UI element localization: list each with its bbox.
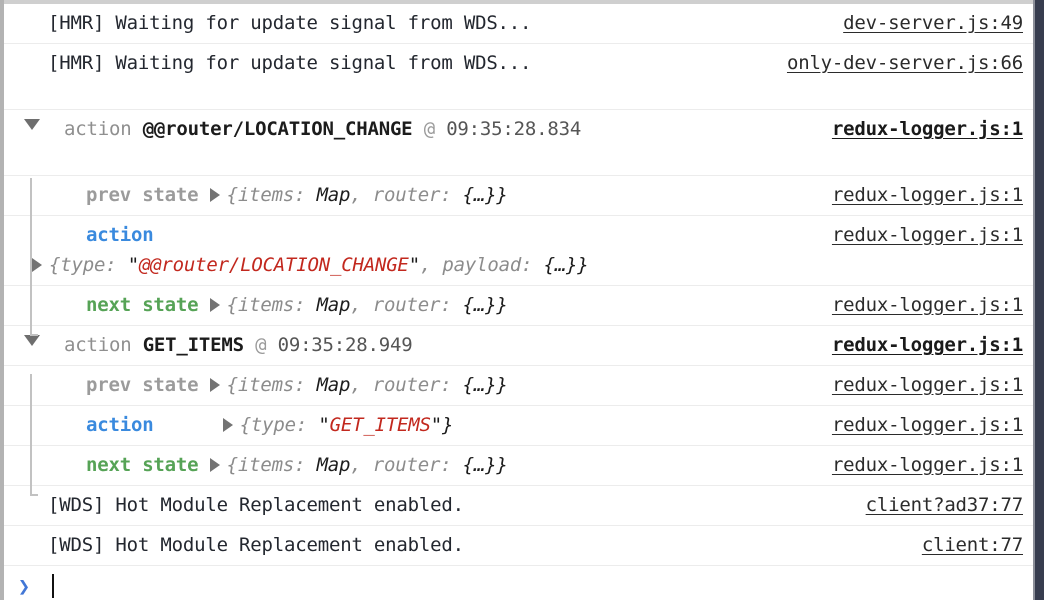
console-message-text: [HMR] Waiting for update signal from WDS…: [48, 12, 532, 34]
group-timestamp: 09:35:28.949: [277, 334, 413, 356]
expand-triangle-icon[interactable]: [209, 188, 220, 202]
console-message-text: [WDS] Hot Module Replacement enabled.: [48, 494, 464, 516]
state-object-preview: {items: Map, router: {…}}: [226, 454, 508, 476]
state-object-preview: {items: Map, router: {…}}: [226, 184, 508, 206]
group-action-type: @@router/LOCATION_CHANGE: [142, 118, 413, 140]
source-link[interactable]: client?ad37:77: [866, 490, 1024, 520]
console-row-next-state[interactable]: next state {items: Map, router: {…}} red…: [4, 446, 1033, 486]
action-object-preview: {type: "GET_ITEMS"}: [239, 414, 454, 436]
expand-triangle-icon[interactable]: [209, 458, 220, 472]
group-at-symbol: @: [423, 118, 435, 140]
prompt-chevron-icon: ❯: [18, 574, 31, 598]
console-top-divider: [4, 0, 1033, 4]
panel-left-edge: [0, 0, 4, 600]
source-link[interactable]: redux-logger.js:1: [832, 450, 1023, 480]
prev-state-label: prev state: [86, 184, 199, 206]
expand-triangle-icon[interactable]: [209, 378, 220, 392]
console-message-list: [HMR] Waiting for update signal from WDS…: [4, 4, 1033, 600]
source-link[interactable]: redux-logger.js:1: [832, 114, 1023, 144]
console-prompt-row[interactable]: ❯: [4, 566, 1033, 600]
devtools-console-panel: [HMR] Waiting for update signal from WDS…: [0, 0, 1044, 600]
console-row-action[interactable]: action {type: "@@router/LOCATION_CHANGE"…: [4, 216, 1033, 286]
console-row-log[interactable]: [WDS] Hot Module Replacement enabled. cl…: [4, 526, 1033, 566]
console-row-group-header[interactable]: action @@router/LOCATION_CHANGE @ 09:35:…: [4, 110, 1033, 176]
source-link[interactable]: redux-logger.js:1: [832, 290, 1023, 320]
prev-state-label: prev state: [86, 374, 199, 396]
next-state-label: next state: [86, 454, 199, 476]
source-link[interactable]: redux-logger.js:1: [832, 410, 1023, 440]
source-link[interactable]: client:77: [922, 530, 1023, 560]
group-at-symbol: @: [255, 334, 267, 356]
text-caret: [52, 574, 54, 598]
console-message-text: [HMR] Waiting for update signal from WDS…: [48, 52, 532, 74]
action-object-preview: {type: "@@router/LOCATION_CHANGE", paylo…: [49, 254, 589, 276]
source-link[interactable]: dev-server.js:49: [843, 8, 1023, 38]
console-row-next-state[interactable]: next state {items: Map, router: {…}} red…: [4, 286, 1033, 326]
expand-triangle-icon[interactable]: [222, 418, 233, 432]
source-link[interactable]: redux-logger.js:1: [832, 330, 1023, 360]
state-object-preview: {items: Map, router: {…}}: [226, 294, 508, 316]
group-indent-line: [30, 178, 38, 336]
group-indent-line: [30, 374, 38, 496]
state-object-preview: {items: Map, router: {…}}: [226, 374, 508, 396]
adjacent-panel-strip: [1035, 0, 1044, 600]
group-action-label: action: [64, 118, 132, 140]
console-row-action[interactable]: action {type: "GET_ITEMS"} redux-logger.…: [4, 406, 1033, 446]
expand-triangle-icon[interactable]: [32, 258, 42, 272]
console-row-prev-state[interactable]: prev state {items: Map, router: {…}} red…: [4, 176, 1033, 216]
console-row-prev-state[interactable]: prev state {items: Map, router: {…}} red…: [4, 366, 1033, 406]
console-row-log[interactable]: [HMR] Waiting for update signal from WDS…: [4, 4, 1033, 44]
action-type-string: GET_ITEMS: [329, 414, 431, 436]
source-link[interactable]: redux-logger.js:1: [832, 370, 1023, 400]
action-label: action: [86, 224, 154, 246]
console-row-group-header[interactable]: action GET_ITEMS @ 09:35:28.949 redux-lo…: [4, 326, 1033, 366]
console-row-log[interactable]: [HMR] Waiting for update signal from WDS…: [4, 44, 1033, 110]
group-action-type: GET_ITEMS: [142, 334, 244, 356]
console-message-text: [WDS] Hot Module Replacement enabled.: [48, 534, 464, 556]
next-state-label: next state: [86, 294, 199, 316]
source-link[interactable]: redux-logger.js:1: [832, 220, 1023, 250]
action-type-string: @@router/LOCATION_CHANGE: [138, 254, 409, 276]
console-row-log[interactable]: [WDS] Hot Module Replacement enabled. cl…: [4, 486, 1033, 526]
expand-triangle-icon[interactable]: [209, 298, 220, 312]
group-action-label: action: [64, 334, 132, 356]
action-label: action: [86, 414, 154, 436]
source-link[interactable]: only-dev-server.js:66: [787, 48, 1023, 78]
group-timestamp: 09:35:28.834: [446, 118, 582, 140]
source-link[interactable]: redux-logger.js:1: [832, 180, 1023, 210]
